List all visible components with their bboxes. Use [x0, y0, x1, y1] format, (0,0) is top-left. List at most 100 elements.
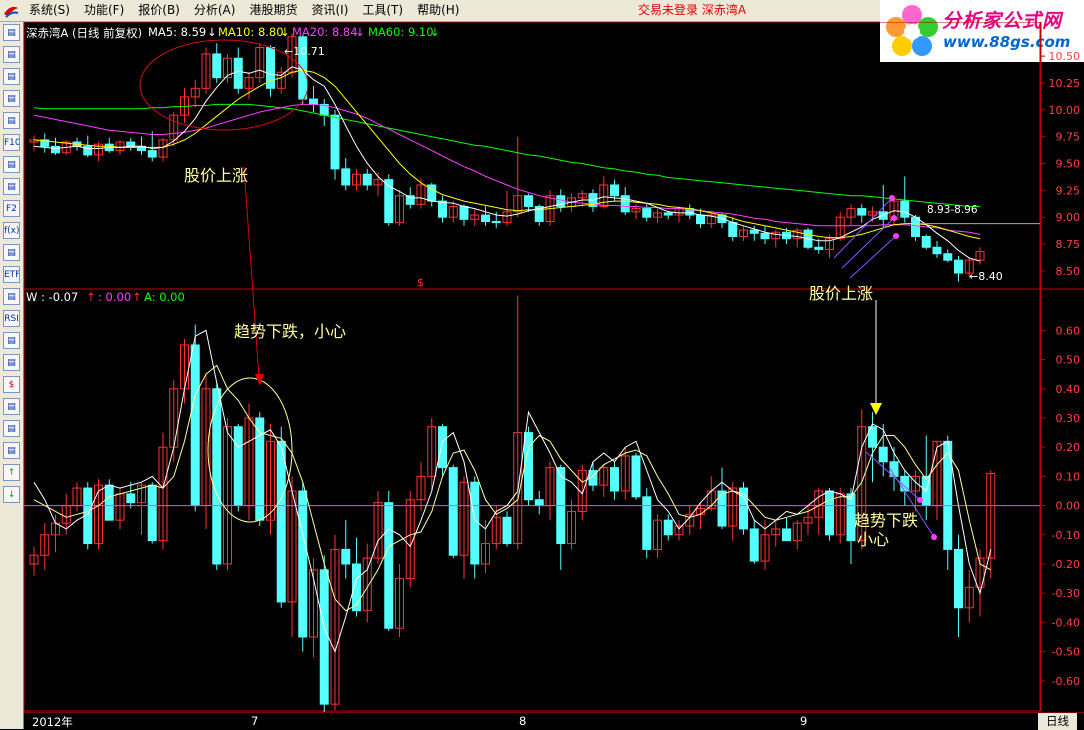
import-icon[interactable]: ▤	[3, 420, 20, 437]
candle	[233, 426, 243, 507]
y-tick-label: 9.00	[1056, 211, 1081, 224]
up-arrow-icon[interactable]: ↑	[3, 464, 20, 481]
formula-icon[interactable]: f(x)	[3, 222, 20, 239]
portfolio-icon[interactable]: ▤	[3, 332, 20, 349]
indicator-panel: 0.60 0.50 0.40 0.30 0.20 0.10 0.00 -0.10 -0.20 -0…	[24, 295, 1080, 712]
candle	[470, 481, 480, 565]
purple-arrow-line-2	[849, 235, 897, 279]
ma60-arrow: ↓	[430, 25, 440, 39]
left-toolbar: ▤ ▤ ▤ ▤ ▤ F10 ▤ ▤ F2 f(x) ▤ ETF ▤ RSI ▤ ▤ $ ▤ ▤ ▤ ↑ ↓	[0, 22, 24, 729]
y-tick-label: 10.50	[1049, 50, 1081, 63]
ma5-arrow: ↓	[207, 25, 217, 39]
candle	[642, 496, 652, 550]
menu-info[interactable]: 资讯(I)	[304, 0, 355, 21]
candle	[362, 173, 372, 186]
candle	[298, 490, 308, 638]
candle	[104, 484, 114, 521]
candle	[459, 205, 469, 220]
a-readout: A: 0.00	[144, 290, 185, 304]
y-tick-label: -0.60	[1052, 675, 1080, 688]
kline-chart[interactable]: $ 10.50 10.25 10.00 9.75 9.50 9.25 9.00 8.75 8.5…	[24, 22, 1084, 712]
high-label: ←10.71	[284, 45, 325, 58]
candle	[212, 53, 222, 79]
candle	[438, 426, 447, 469]
annotation-price-up-2: 股价上涨	[809, 284, 874, 303]
menu-system[interactable]: 系统(S)	[22, 0, 77, 21]
menu-help[interactable]: 帮助(H)	[410, 0, 466, 21]
y-tick-label: 0.00	[1056, 500, 1081, 513]
pencil-icon[interactable]: ▤	[3, 442, 20, 459]
f2-icon[interactable]: F2	[3, 200, 20, 217]
highlight-ellipse-red	[139, 39, 309, 131]
purple-arrow-head-1	[891, 215, 897, 221]
search-icon[interactable]: ▤	[3, 244, 20, 261]
candle	[319, 569, 329, 705]
annotation-price-up-1: 股价上涨	[184, 166, 249, 185]
candle	[341, 168, 351, 186]
candle	[384, 502, 394, 629]
rsi-icon[interactable]: RSI	[3, 310, 20, 327]
ticket-icon[interactable]: ▤	[3, 398, 20, 415]
candle	[663, 519, 673, 536]
y-tick-label: 9.25	[1056, 184, 1081, 197]
y-tick-label: 0.50	[1056, 354, 1081, 367]
candle	[642, 208, 652, 218]
candle	[620, 195, 630, 213]
line-chart-icon[interactable]: ▤	[3, 68, 20, 85]
menu-tools[interactable]: 工具(T)	[355, 0, 410, 21]
candle	[696, 214, 705, 225]
list-icon[interactable]: ▤	[3, 46, 20, 63]
x-label-year: 2012年	[32, 715, 73, 729]
candle	[878, 211, 888, 220]
grid-icon[interactable]: ▤	[3, 24, 20, 41]
yuan-icon[interactable]: $	[3, 376, 20, 393]
chart-frame: $	[24, 22, 1084, 712]
candle	[900, 200, 910, 218]
menu-hk-futures[interactable]: 港股期货	[242, 0, 304, 21]
candle	[728, 222, 738, 238]
y-tick-label: -0.30	[1052, 587, 1080, 600]
menu-analysis[interactable]: 分析(A)	[187, 0, 243, 21]
candle	[610, 467, 619, 492]
y-tick-label: 8.75	[1056, 238, 1081, 251]
y-tick-label: -0.20	[1052, 558, 1080, 571]
red-arrow-line	[243, 166, 260, 378]
price-panel: 10.50 10.25 10.00 9.75 9.50 9.25 9.00 8.75 8.50 ←…	[29, 33, 1081, 283]
candle	[921, 236, 931, 248]
candle	[631, 455, 641, 498]
ma20-arrow: ↓	[355, 25, 365, 39]
low-label: ←8.40	[969, 270, 1003, 283]
y-tick-label: 10.00	[1049, 104, 1081, 117]
news-icon[interactable]: ▤	[3, 156, 20, 173]
candle	[51, 145, 60, 154]
x-label-sep: 9	[800, 714, 808, 728]
candle	[502, 516, 512, 545]
candle-icon[interactable]: ▤	[3, 90, 20, 107]
report-icon[interactable]: ▤	[3, 112, 20, 129]
ma10-arrow: ↓	[280, 25, 290, 39]
candle	[825, 490, 834, 536]
fin-icon[interactable]: ▤	[3, 178, 20, 195]
purple-down-head-1	[931, 534, 937, 540]
calc-icon[interactable]: ▤	[3, 354, 20, 371]
menu-quote[interactable]: 报价(B)	[131, 0, 187, 21]
down-arrow-icon[interactable]: ↓	[3, 486, 20, 503]
wave-icon[interactable]: ▤	[3, 288, 20, 305]
candle	[760, 232, 770, 240]
chart-area[interactable]: $ 10.50 10.25 10.00 9.75 9.50 9.25 9.00 8.75 8.5…	[24, 22, 1084, 729]
login-status: 交易未登录 深赤湾A	[638, 3, 747, 17]
etf-icon[interactable]: ETF	[3, 266, 20, 283]
candle	[749, 528, 759, 562]
candle	[663, 212, 673, 216]
candle	[276, 440, 286, 603]
plot-border	[24, 22, 1041, 712]
menu-function[interactable]: 功能(F)	[77, 0, 131, 21]
app-logo-icon	[2, 2, 20, 20]
candle	[330, 114, 340, 170]
candle	[147, 150, 157, 158]
candle	[190, 344, 200, 507]
period-tab[interactable]: 日线	[1038, 713, 1077, 730]
f10-icon[interactable]: F10	[3, 134, 20, 151]
purple-arrow-head-0	[889, 195, 895, 201]
w-arrow: ↑	[86, 290, 96, 304]
